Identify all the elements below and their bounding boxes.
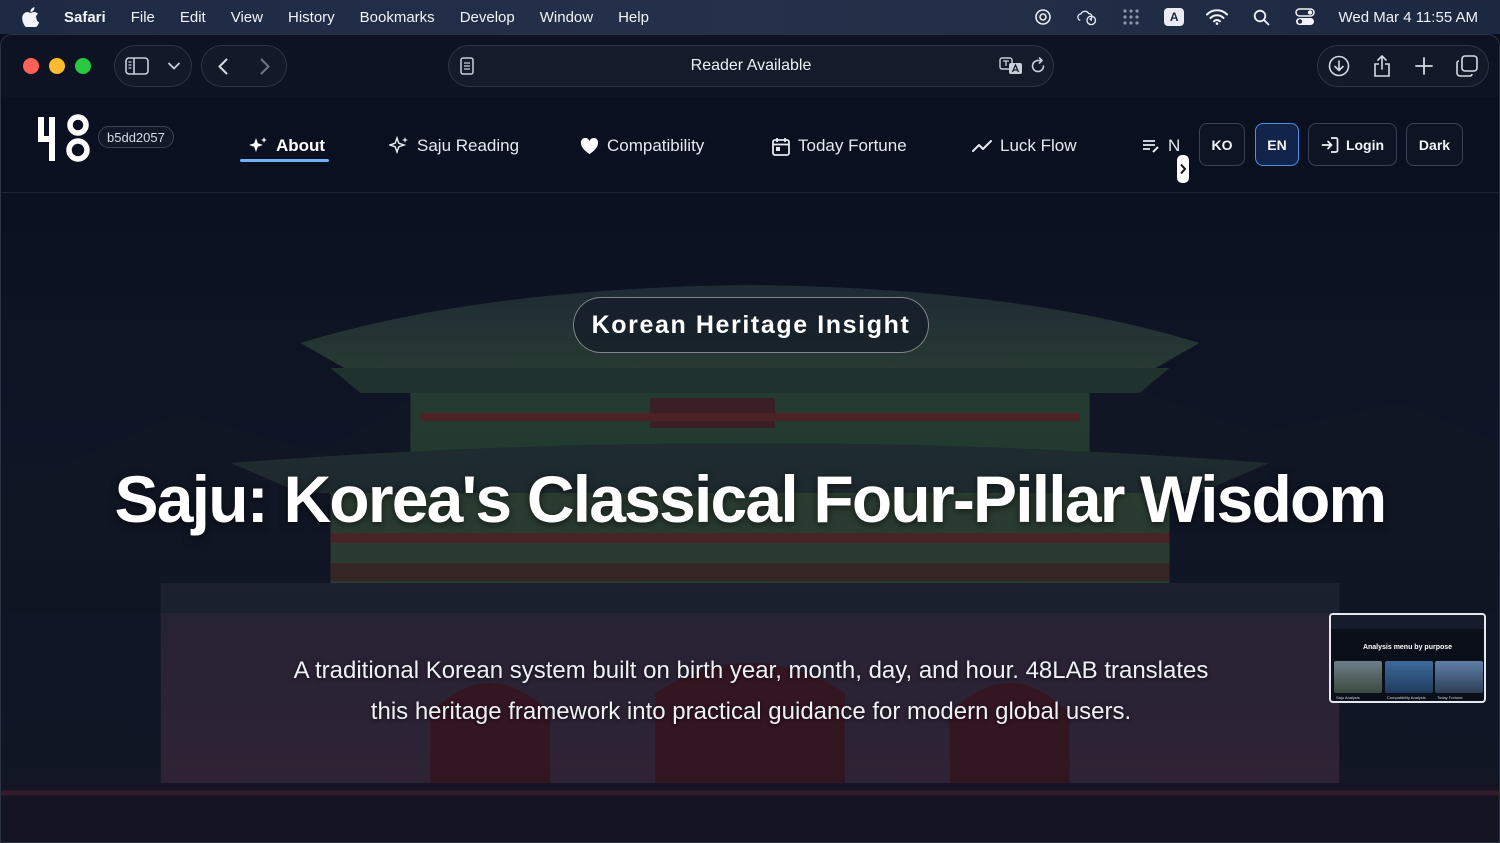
window-controls [23,58,91,74]
thumbnail-image [1334,661,1382,693]
site-header: b5dd2057 About Saju Reading Compatibilit… [1,97,1499,193]
reload-icon[interactable] [1029,57,1047,80]
chevron-down-icon[interactable] [159,46,189,86]
menu-develop[interactable]: Develop [460,9,515,26]
nav-luck-flow[interactable]: Luck Flow [972,133,1077,159]
toolbar-right-group [1317,45,1489,87]
chevron-right-icon [1180,163,1187,175]
reader-icon[interactable] [459,56,475,81]
nav-scroll-right-button[interactable] [1177,155,1189,183]
sidebar-toggle-group [114,45,192,87]
tab-overview-icon[interactable] [1446,46,1489,86]
login-label: Login [1345,136,1385,153]
notes-icon [1143,140,1159,153]
input-source-badge[interactable]: A [1163,8,1185,26]
thumbnail-image [1435,661,1483,693]
menu-edit[interactable]: Edit [180,9,206,26]
nav-notes-truncated[interactable]: N [1142,133,1180,159]
weather-icon[interactable] [1076,7,1098,27]
thumbnail-toolbar [1331,615,1484,629]
thumbnail-caption: Saju Analysis [1336,695,1360,700]
translate-icon[interactable] [999,57,1023,80]
menu-file[interactable]: File [131,9,155,26]
theme-toggle-button[interactable]: Dark [1406,123,1463,166]
back-arrow-icon[interactable] [202,46,244,86]
nav-today-fortune[interactable]: Today Fortune [772,133,907,159]
login-button[interactable]: Login [1308,123,1397,166]
nav-about[interactable]: About [248,133,325,159]
nav-notes-label: N [1168,136,1181,155]
nav-compatibility-label: Compatibility [607,136,705,155]
share-icon[interactable] [1361,46,1404,86]
apple-menu-icon[interactable] [22,7,42,27]
nav-luck-flow-label: Luck Flow [1000,136,1077,155]
hero-badge: Korean Heritage Insight [573,297,929,353]
menu-history[interactable]: History [288,9,335,26]
safari-toolbar: Reader Available [1,35,1499,97]
hero-subtitle: A traditional Korean system built on bir… [251,650,1251,732]
openai-icon[interactable] [1032,7,1054,27]
forward-arrow-icon[interactable] [244,46,286,86]
lang-ko-button[interactable]: KO [1199,123,1245,166]
site-logo-icon[interactable] [37,114,91,164]
control-center-icon[interactable] [1294,7,1316,27]
thumbnail-image [1385,661,1433,693]
trend-icon [972,140,992,152]
address-bar[interactable]: Reader Available [448,45,1054,87]
lang-ko-label: KO [1211,136,1233,153]
nav-about-label: About [276,136,326,155]
close-window-button[interactable] [23,58,39,74]
navigation-buttons [201,45,287,87]
safari-window: Reader Available b5dd2057 About Saju Rea… [0,34,1500,843]
lang-en-button[interactable]: EN [1255,123,1299,166]
address-text: Reader Available [690,57,812,74]
new-tab-icon[interactable] [1403,46,1446,86]
sidebar-icon[interactable] [115,46,159,86]
downloads-icon[interactable] [1318,46,1361,86]
hero-subtitle-line: A traditional Korean system built on bir… [293,657,1209,684]
build-hash-badge: b5dd2057 [98,126,174,148]
lang-en-label: EN [1267,136,1287,153]
nav-compatibility[interactable]: Compatibility [580,133,704,159]
hero-section: Korean Heritage Insight Saju: Korea's Cl… [1,193,1499,842]
hero-title: Saju: Korea's Classical Four-Pillar Wisd… [114,462,1388,536]
nav-saju-reading-label: Saju Reading [417,136,520,155]
menu-bookmarks[interactable]: Bookmarks [360,9,435,26]
menu-app-name[interactable]: Safari [64,9,106,26]
search-icon[interactable] [1250,7,1272,27]
hero-subtitle-line: this heritage framework into practical g… [370,698,1132,725]
thumbnail-caption: Compatibility Analysis [1387,695,1426,700]
menubar-clock[interactable]: Wed Mar 4 11:55 AM [1338,9,1478,26]
menu-window[interactable]: Window [540,9,593,26]
screenshot-thumbnail-preview[interactable]: Analysis menu by purpose Saju Analysis C… [1329,613,1486,703]
thumbnail-caption: Today Fortune [1437,695,1463,700]
thumbnail-title: Analysis menu by purpose [1362,644,1453,651]
nav-saju-reading[interactable]: Saju Reading [389,133,519,159]
calendar-icon [772,137,790,156]
menu-help[interactable]: Help [618,9,649,26]
theme-toggle-label: Dark [1418,136,1451,153]
zoom-window-button[interactable] [75,58,91,74]
login-icon [1321,136,1339,153]
sparkle-icon [249,137,267,152]
heart-icon [580,137,599,154]
active-nav-indicator [240,159,329,162]
macos-menu-bar: Safari File Edit View History Bookmarks … [0,0,1500,34]
grid-icon[interactable] [1120,7,1142,27]
wifi-icon[interactable] [1206,7,1229,27]
sparkle-icon [389,136,408,155]
menu-view[interactable]: View [231,9,263,26]
minimize-window-button[interactable] [49,58,65,74]
nav-today-fortune-label: Today Fortune [798,136,907,155]
